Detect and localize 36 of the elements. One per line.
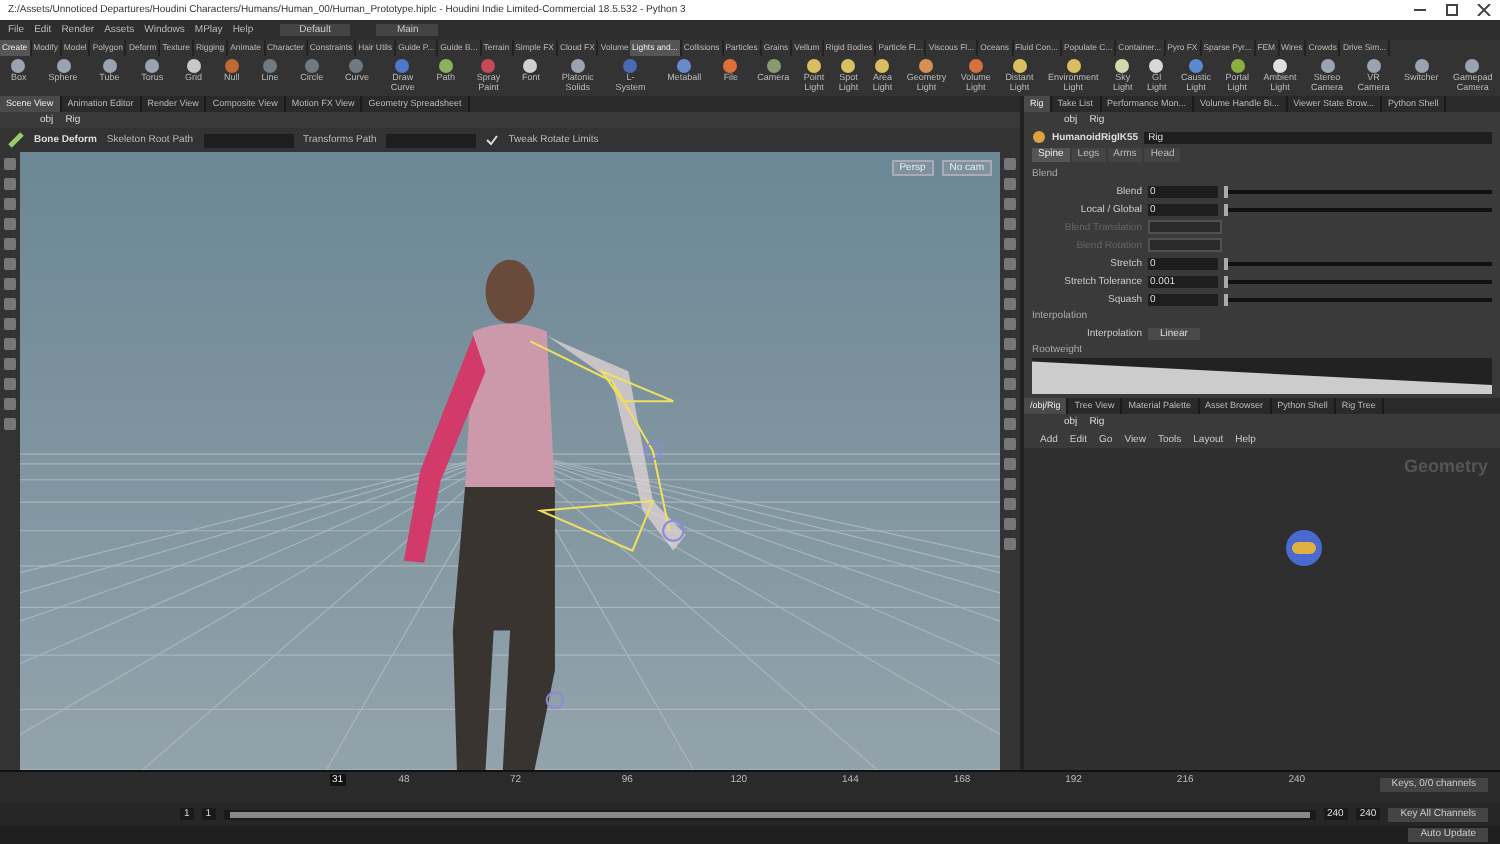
shelf-tool-icon[interactable] [1065,58,1082,74]
shelf-tool-icon[interactable] [840,58,857,74]
shelf-tool-icon[interactable] [1148,58,1165,74]
shelf-tool-icon[interactable] [10,58,27,74]
shelf-tool-icon[interactable] [144,58,161,74]
shelf-tool-icon[interactable] [918,58,935,74]
shelf-tool-icon[interactable] [765,58,782,74]
shelf-tool-icon[interactable] [1319,58,1336,74]
bone-tool-icon [8,132,24,148]
shelf-tool-icon[interactable] [437,58,454,74]
shelf-tool-icon[interactable] [185,58,202,74]
shelf-tool-icon[interactable] [1114,58,1131,74]
shelf-tool-icon[interactable] [522,58,539,74]
shelf-tool-icon[interactable] [1413,58,1430,74]
maximize-icon[interactable] [1444,4,1460,16]
value-field[interactable] [1148,238,1222,252]
shelf-tool-icon[interactable] [569,58,586,74]
minimize-icon[interactable] [1412,4,1428,16]
shelf-tool-icon[interactable] [722,58,739,74]
shelf-tool-icon[interactable] [1229,58,1246,74]
shelf-tool-icon[interactable] [1272,58,1288,74]
shelf-tool-icon[interactable] [806,58,823,74]
close-icon[interactable] [1476,4,1492,16]
range-fill[interactable] [229,811,1309,817]
network-node[interactable] [1284,528,1324,568]
value-field[interactable] [1148,220,1222,234]
shelf-tool-icon[interactable] [874,58,891,74]
node-icon [1032,130,1046,144]
shelf-tool-icon[interactable] [1011,58,1028,74]
ramp-graph[interactable] [1032,358,1492,394]
shelf-tool-icon[interactable] [101,58,118,74]
shelf-tool-icon[interactable] [55,58,72,74]
range-track[interactable] [223,809,1315,819]
shelf-tool-icon[interactable] [1365,58,1382,74]
tweak-checkbox[interactable] [486,134,499,146]
shelf-tool-icon[interactable] [1464,58,1481,74]
